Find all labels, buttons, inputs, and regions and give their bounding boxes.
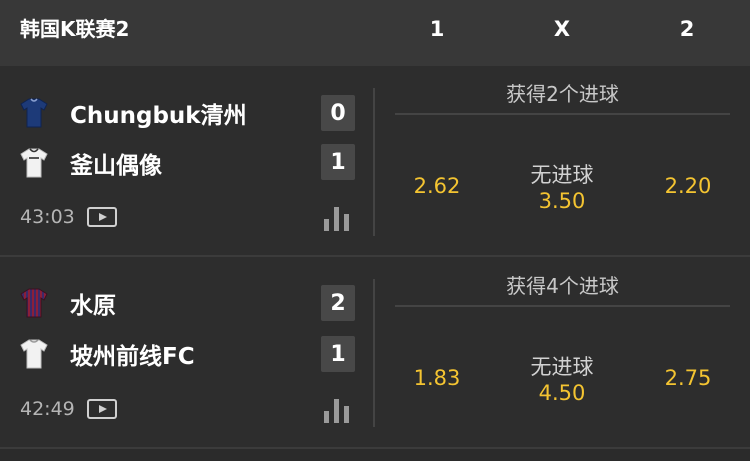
jersey-icon: [20, 98, 48, 128]
away-team: 坡州前线FC: [20, 337, 195, 371]
match-row[interactable]: 水原 2 坡州前线FC 1 42:49 获得4个进球 1.83 无进球 4.50…: [0, 257, 750, 447]
play-video-icon[interactable]: [86, 207, 117, 227]
match-clock: 42:49: [20, 398, 117, 420]
market-divider: [395, 113, 730, 115]
league-title[interactable]: 韩国K联赛2: [20, 17, 129, 41]
home-score: 2: [321, 285, 355, 321]
column-header-away: 2: [679, 17, 695, 41]
market-title: 获得4个进球: [506, 274, 619, 298]
odds-draw-label[interactable]: 无进球: [502, 159, 622, 189]
jersey-icon: [20, 148, 48, 178]
match-time: 42:49: [20, 398, 75, 420]
market-divider: [395, 305, 730, 307]
away-score: 1: [321, 336, 355, 372]
odds-away-button[interactable]: 2.20: [628, 174, 748, 198]
match-row[interactable]: Chungbuk清州 0 釜山偶像 1 43:03 获得2个进球 2.62 无进…: [0, 66, 750, 256]
league-header: 韩国K联赛2 1 X 2: [0, 0, 750, 66]
column-divider: [373, 279, 375, 427]
column-header-draw: X: [553, 17, 571, 41]
jersey-icon: [20, 339, 48, 369]
stats-bars-icon[interactable]: [323, 205, 351, 231]
home-team: 水原: [20, 286, 116, 320]
odds-away-button[interactable]: 2.75: [628, 366, 748, 390]
home-team-name: Chungbuk清州: [70, 103, 247, 129]
odds-home-button[interactable]: 2.62: [377, 174, 497, 198]
stats-bars-icon[interactable]: [323, 397, 351, 423]
odds-draw-button[interactable]: 4.50: [502, 381, 622, 405]
odds-draw-button[interactable]: 3.50: [502, 189, 622, 213]
away-team: 釜山偶像: [20, 146, 162, 180]
play-video-icon[interactable]: [86, 399, 117, 419]
home-team: Chungbuk清州: [20, 96, 247, 130]
home-team-name: 水原: [70, 293, 116, 319]
away-team-name: 坡州前线FC: [70, 344, 195, 370]
home-score: 0: [321, 95, 355, 131]
away-team-name: 釜山偶像: [70, 153, 162, 179]
match-separator: [0, 447, 750, 449]
odds-home-button[interactable]: 1.83: [377, 366, 497, 390]
column-header-home: 1: [429, 17, 445, 41]
match-time: 43:03: [20, 206, 75, 228]
column-divider: [373, 88, 375, 236]
market-title: 获得2个进球: [506, 82, 619, 106]
match-clock: 43:03: [20, 206, 117, 228]
odds-draw-label[interactable]: 无进球: [502, 351, 622, 381]
jersey-icon: [20, 288, 48, 318]
away-score: 1: [321, 144, 355, 180]
